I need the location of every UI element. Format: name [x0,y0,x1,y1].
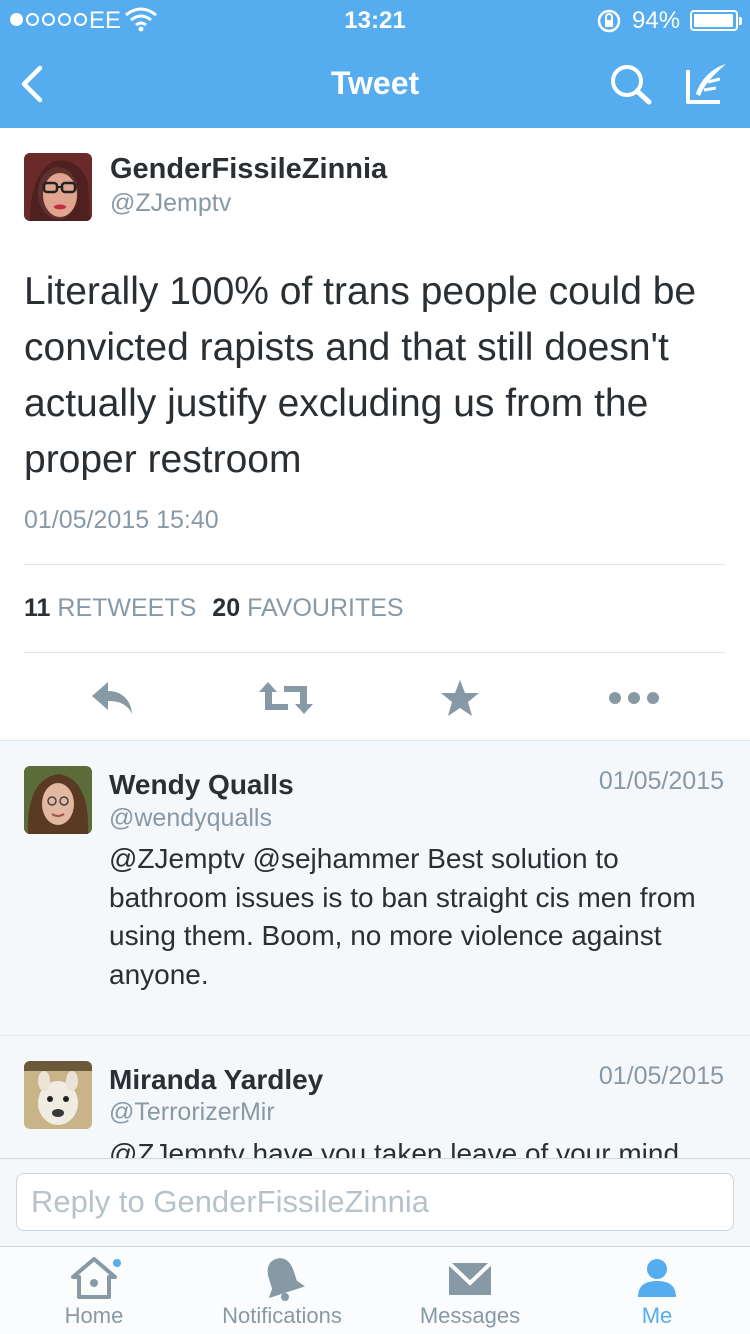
tweet-text: Literally 100% of trans people could be … [24,270,697,481]
favourites-label: FAVOURITES [247,594,404,622]
tab-bar: Home Notifications Messages Me [0,1246,750,1334]
tweet-detail: GenderFissileZinnia @ZJemptv Literally 1… [0,128,750,740]
reply-date: 01/05/2015 [598,1062,724,1090]
rotation-lock-icon [597,9,621,33]
header: EE 13:21 94% Tweet [0,0,750,128]
battery-percent: 94% [632,7,681,34]
tweet-timestamp: 01/05/2015 15:40 [24,506,219,534]
envelope-icon [447,1261,493,1295]
more-button[interactable] [604,668,664,728]
retweets-count: 11 [24,594,51,622]
tab-label: Notifications [222,1303,342,1328]
reply-input[interactable] [16,1173,734,1231]
compose-tweet-icon[interactable] [682,60,732,106]
retweets-stat[interactable]: 11 RETWEETS [24,594,196,623]
reply-avatar-image [24,766,92,834]
reply-author-name[interactable]: Miranda Yardley [109,1064,323,1096]
reply-text: @ZJemptv @sejhammer Best solution to bat… [109,843,696,990]
author-avatar-image [24,153,92,221]
favourite-button[interactable] [430,668,490,728]
author-handle[interactable]: @ZJemptv [110,189,231,218]
reply-date: 01/05/2015 [598,767,724,795]
tweet-actions [0,668,750,728]
tab-home[interactable]: Home [0,1247,188,1334]
replies-list: Wendy Qualls @wendyqualls 01/05/2015 @ZJ… [0,740,750,1160]
avatar[interactable] [24,153,92,221]
favourites-stat[interactable]: 20 FAVOURITES [212,594,403,623]
tab-notifications[interactable]: Notifications [188,1247,376,1334]
search-icon[interactable] [608,62,656,106]
reply-bar [0,1158,750,1246]
reply-author-handle[interactable]: @TerrorizerMir [109,1098,275,1127]
tab-me[interactable]: Me [564,1247,750,1334]
tab-label: Me [641,1303,673,1328]
reply-text: @ZJemptv have you taken leave of your mi… [109,1138,680,1160]
reply-arrow-icon [92,682,132,714]
status-bar: EE 13:21 94% [0,0,750,40]
tab-label: Home [64,1303,124,1328]
more-dots-icon [609,692,659,704]
reply-author-name[interactable]: Wendy Qualls [109,769,294,801]
retweet-button[interactable] [256,668,316,728]
reply-avatar-image [24,1061,92,1129]
list-item[interactable]: Wendy Qualls @wendyqualls 01/05/2015 @ZJ… [0,741,750,1035]
avatar[interactable] [24,766,92,834]
home-icon [71,1257,121,1299]
person-icon [638,1259,676,1297]
author-name[interactable]: GenderFissileZinnia [110,153,387,186]
reply-button[interactable] [82,668,142,728]
list-item[interactable]: Miranda Yardley @TerrorizerMir 01/05/201… [0,1036,750,1160]
favourites-count: 20 [212,594,241,622]
navigation-bar: Tweet [0,40,750,128]
divider [24,652,725,653]
retweet-icon [259,682,313,714]
battery-icon [690,10,742,31]
bell-icon [267,1258,306,1301]
tweet-stats: 11 RETWEETS 20 FAVOURITES [24,594,420,623]
retweets-label: RETWEETS [57,594,197,622]
star-icon [441,680,479,716]
divider [24,564,725,565]
reply-author-handle[interactable]: @wendyqualls [109,804,272,833]
tab-messages[interactable]: Messages [376,1247,564,1334]
tab-label: Messages [419,1303,521,1328]
avatar[interactable] [24,1061,92,1129]
